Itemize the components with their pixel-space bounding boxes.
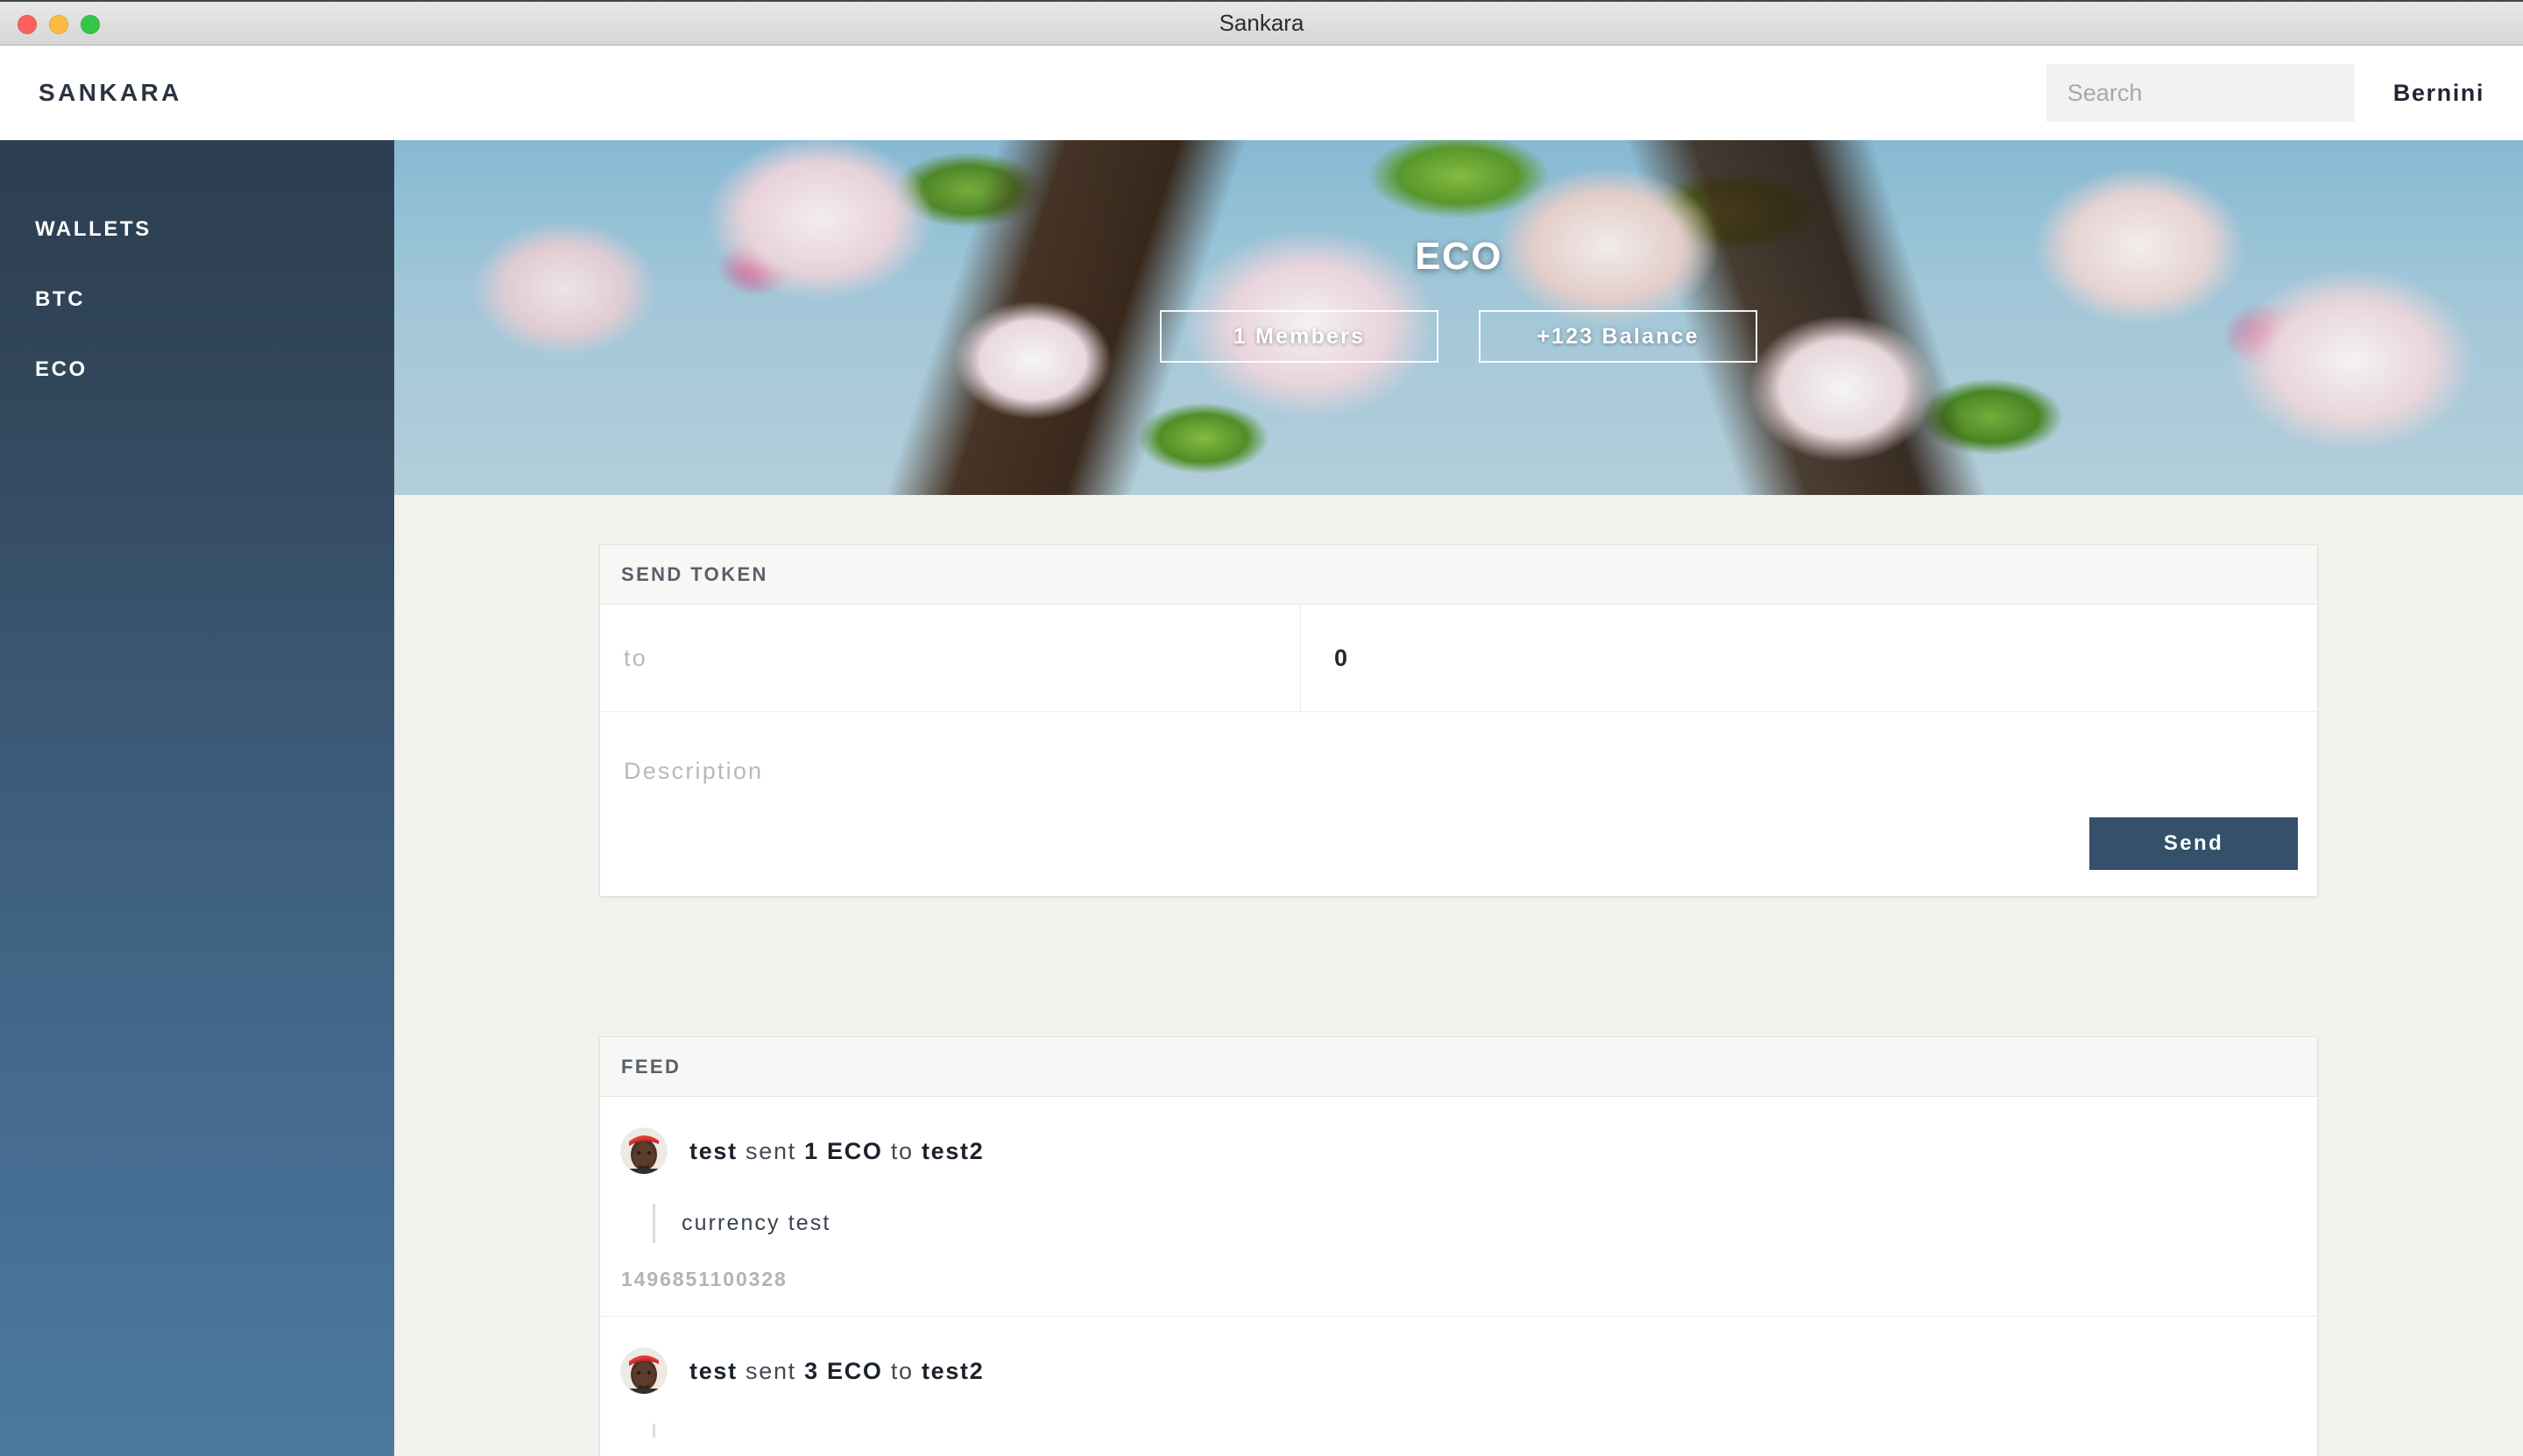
hero-badges: 1 Members +123 Balance [1160, 310, 1757, 363]
window-title: Sankara [1219, 10, 1304, 36]
brand-logo[interactable]: SANKARA [39, 79, 182, 107]
feed-item-text: test sent 3 ECO to test2 [689, 1358, 984, 1385]
send-token-card-header: SEND TOKEN [600, 545, 2317, 604]
sidebar-section-wallets: WALLETS [0, 210, 394, 249]
send-description-area: Send [600, 712, 2317, 896]
close-window-icon[interactable] [18, 15, 37, 34]
wallet-hero-banner: ECO 1 Members +123 Balance [394, 140, 2523, 495]
feed-amount: 1 ECO [804, 1137, 883, 1164]
main-content: ECO 1 Members +123 Balance SEND TOKEN Se… [394, 140, 2523, 1456]
feed-amount: 3 ECO [804, 1357, 883, 1384]
feed-sender: test [689, 1137, 738, 1164]
maximize-window-icon[interactable] [81, 15, 100, 34]
avatar [621, 1128, 667, 1174]
send-token-card: SEND TOKEN Send [600, 545, 2317, 896]
feed-card-header: FEED [600, 1037, 2317, 1097]
feed-item[interactable]: test sent 1 ECO to test2 currency test 1… [600, 1097, 2317, 1317]
send-token-fields-row [600, 604, 2317, 712]
send-amount-field-wrapper [1301, 604, 2317, 711]
avatar [621, 1348, 667, 1394]
feed-recipient: test2 [921, 1137, 985, 1164]
send-to-field-wrapper [600, 604, 1301, 711]
sidebar-item-label: ECO [35, 357, 88, 381]
send-description-input[interactable] [624, 758, 1325, 798]
header-right-group: Bernini [2046, 64, 2523, 122]
feed-recipient: test2 [921, 1357, 985, 1384]
wallet-title: ECO [1415, 235, 1502, 278]
feed-sender: test [689, 1357, 738, 1384]
feed-item-message: currency test [653, 1204, 2317, 1243]
balance-badge[interactable]: +123 Balance [1479, 310, 1757, 363]
send-to-input[interactable] [624, 644, 1300, 672]
feed-preposition: to [890, 1137, 914, 1164]
feed-card-title: FEED [621, 1055, 682, 1078]
sidebar: WALLETS BTC ECO [0, 140, 394, 1456]
feed-item-head: test sent 3 ECO to test2 [600, 1348, 2317, 1394]
send-amount-input[interactable] [1334, 644, 2317, 672]
feed-preposition: to [890, 1357, 914, 1384]
traffic-lights [18, 2, 100, 47]
feed-card: FEED test sent 1 ECO to test2 currency t… [600, 1037, 2317, 1456]
send-button[interactable]: Send [2089, 817, 2298, 870]
send-token-card-title: SEND TOKEN [621, 562, 768, 585]
feed-item-text: test sent 1 ECO to test2 [689, 1138, 984, 1165]
feed-item[interactable]: test sent 3 ECO to test2 [600, 1317, 2317, 1456]
minimize-window-icon[interactable] [49, 15, 68, 34]
members-badge[interactable]: 1 Members [1160, 310, 1438, 363]
app-header: SANKARA Bernini [0, 46, 2523, 140]
user-menu-name[interactable]: Bernini [2393, 80, 2484, 107]
feed-item-message [653, 1424, 2317, 1438]
hero-content: ECO 1 Members +123 Balance [394, 140, 2523, 495]
sidebar-section-label: WALLETS [35, 217, 152, 241]
feed-verb: sent [746, 1357, 796, 1384]
sidebar-item-label: BTC [35, 287, 86, 311]
feed-verb: sent [746, 1137, 796, 1164]
sidebar-item-eco[interactable]: ECO [0, 350, 394, 389]
sidebar-item-btc[interactable]: BTC [0, 280, 394, 319]
search-input[interactable] [2046, 64, 2355, 122]
feed-item-timestamp: 1496851100328 [621, 1268, 788, 1290]
window-titlebar: Sankara [0, 0, 2523, 46]
feed-item-head: test sent 1 ECO to test2 [600, 1128, 2317, 1174]
